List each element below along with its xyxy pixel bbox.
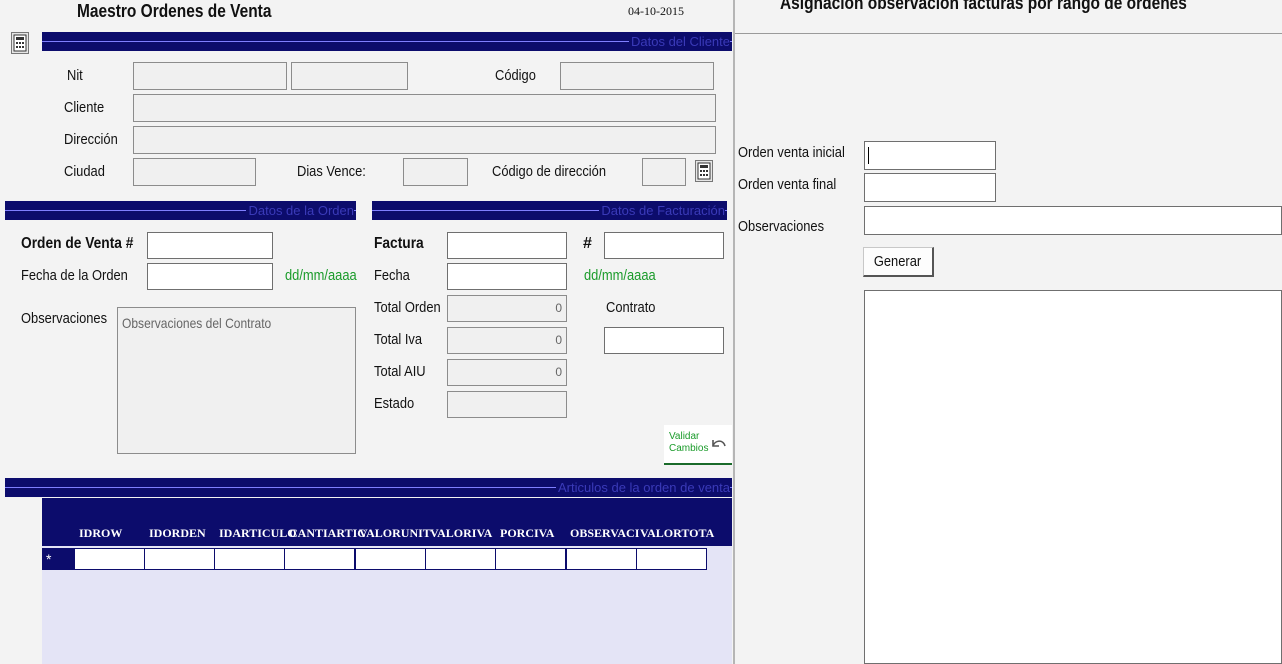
fecha-factura-input[interactable]: [447, 263, 567, 290]
orden-inicial-input[interactable]: [864, 141, 996, 170]
undo-icon: [712, 440, 726, 447]
orden-inicial-label: Orden venta inicial: [738, 144, 845, 161]
fecha-orden-input[interactable]: [147, 263, 273, 290]
nit-dv-field[interactable]: [291, 62, 408, 90]
total-orden-field: 0: [447, 295, 567, 322]
grid-cell[interactable]: [566, 548, 637, 570]
ciudad-field[interactable]: [133, 158, 256, 186]
form-title: Maestro Ordenes de Venta: [77, 1, 272, 21]
grid-column-header[interactable]: CANTIARTIC: [289, 526, 366, 540]
grid-cell[interactable]: [144, 548, 215, 570]
grid-column-header[interactable]: IDROW: [79, 526, 122, 540]
grid-cell[interactable]: [495, 548, 566, 570]
grid-cell[interactable]: [355, 548, 426, 570]
fecha-orden-hint: dd/mm/aaaa: [285, 267, 357, 284]
resultado-textarea[interactable]: [864, 290, 1282, 664]
observaciones-right-label: Observaciones: [738, 218, 825, 235]
fecha-orden-label: Fecha de la Orden: [21, 267, 128, 284]
codigo-direccion-field[interactable]: [642, 158, 686, 186]
new-row-marker: *: [42, 548, 74, 570]
factura-number-input[interactable]: [604, 232, 724, 259]
direccion-label: Dirección: [64, 131, 118, 148]
total-aiu-label: Total AIU: [374, 363, 426, 380]
section-band-orden: Datos de la Orden: [5, 201, 356, 220]
orden-venta-input[interactable]: [147, 232, 273, 259]
nit-field[interactable]: [133, 62, 287, 90]
fecha-factura-label: Fecha: [374, 267, 410, 284]
total-orden-label: Total Orden: [374, 299, 441, 316]
grid-cell[interactable]: [425, 548, 496, 570]
ciudad-label: Ciudad: [64, 163, 105, 180]
estado-field: [447, 391, 567, 418]
estado-label: Estado: [374, 395, 415, 412]
contrato-label: Contrato: [606, 299, 656, 316]
validar-label: Validar: [669, 431, 700, 442]
observaciones-textarea[interactable]: Observaciones del Contrato: [117, 307, 356, 454]
orden-venta-label: Orden de Venta #: [21, 235, 134, 252]
codigo-label: Código: [495, 67, 536, 84]
direccion-field[interactable]: [133, 126, 716, 154]
total-iva-field: 0: [447, 327, 567, 354]
right-form-title: Asignación observación facturas por rang…: [780, 0, 1187, 13]
title-divider: [735, 33, 1282, 34]
grid-column-header[interactable]: VALORUNIT: [359, 526, 431, 540]
grid-cell[interactable]: [214, 548, 285, 570]
factura-label: Factura: [374, 235, 424, 252]
grid-header: IDROW IDORDEN IDARTICULO CANTIARTIC VALO…: [42, 498, 732, 546]
validar-cambios-button[interactable]: Validar Cambios: [664, 425, 732, 465]
section-band-cliente: Datos del Cliente: [42, 32, 732, 51]
cliente-field[interactable]: [133, 94, 716, 122]
fecha-factura-hint: dd/mm/aaaa: [584, 267, 656, 284]
generar-button[interactable]: Generar: [863, 247, 934, 277]
cliente-label: Cliente: [64, 99, 105, 116]
form-date: 04-10-2015: [628, 4, 684, 18]
observaciones-right-input[interactable]: [864, 206, 1282, 235]
orden-final-label: Orden venta final: [738, 176, 837, 193]
grid-column-header[interactable]: IDORDEN: [149, 526, 206, 540]
calculator-icon[interactable]: [11, 32, 29, 54]
right-title-clip: Asignación observación facturas por rang…: [735, 0, 1282, 16]
grid-column-header[interactable]: OBSERVACI: [570, 526, 639, 540]
codigo-direccion-label: Código de dirección: [492, 163, 607, 180]
dias-vence-field[interactable]: [403, 158, 468, 186]
calculator-icon[interactable]: [695, 160, 713, 182]
observaciones-label: Observaciones: [21, 310, 108, 327]
codigo-field[interactable]: [560, 62, 714, 90]
total-iva-label: Total Iva: [374, 331, 423, 348]
grid-column-header[interactable]: VALORIVA: [430, 526, 492, 540]
grid-cell[interactable]: [284, 548, 355, 570]
factura-number-label: #: [583, 235, 592, 252]
section-band-articulos: Articulos de la orden de venta: [5, 478, 732, 497]
grid-column-header[interactable]: IDARTICULO: [219, 526, 297, 540]
grid-cell[interactable]: [636, 548, 707, 570]
section-band-facturacion: Datos de Facturación: [372, 201, 727, 220]
nit-label: Nit: [67, 67, 83, 84]
cambios-label: Cambios: [669, 443, 709, 454]
contrato-input[interactable]: [604, 327, 724, 354]
grid-column-header[interactable]: VALORTOTA: [640, 526, 714, 540]
total-aiu-field: 0: [447, 359, 567, 386]
grid-cell[interactable]: [74, 548, 145, 570]
grid-column-header[interactable]: PORCIVA: [500, 526, 554, 540]
orden-final-input[interactable]: [864, 173, 996, 202]
observaciones-value: Observaciones del Contrato: [122, 315, 272, 331]
text-cursor: [868, 147, 869, 164]
dias-vence-label: Dias Vence:: [297, 163, 366, 180]
factura-input[interactable]: [447, 232, 567, 259]
